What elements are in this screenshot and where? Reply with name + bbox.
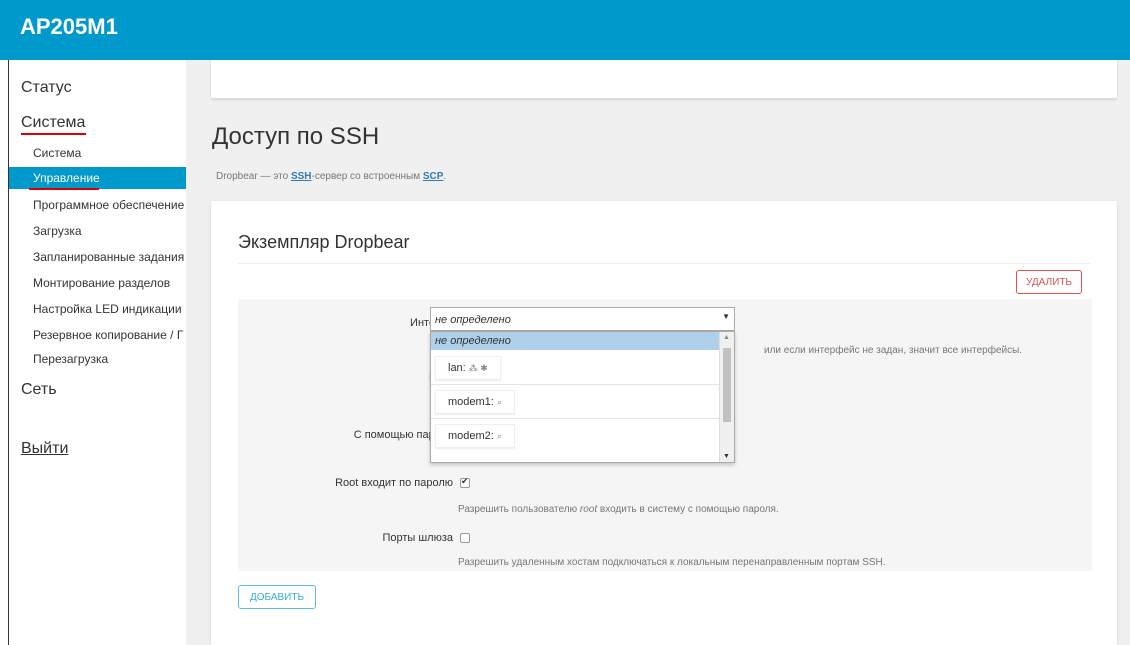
dropdown-option-modem2[interactable]: modem2: ⌕ [431,419,721,452]
section-title: Экземпляр Dropbear [238,232,410,252]
scp-link[interactable]: SCP [423,171,444,182]
dropdown-scrollbar[interactable]: ▲ ▼ [719,332,734,462]
sidebar-item-system[interactable]: Система [21,114,85,132]
page-description: Dropbear — это SSH-сервер со встроенным … [216,171,446,182]
root-login-label: Root входит по паролю [335,477,453,489]
app-title[interactable]: AP205M1 [20,14,118,40]
sidebar-subitem-reboot[interactable]: Перезагрузка [9,348,187,370]
section-divider [238,263,1090,264]
scroll-up-icon[interactable]: ▲ [723,334,730,341]
system-underline [21,133,86,135]
root-help-suffix: входить в систему с помощью пароля. [597,504,779,515]
management-underline [29,188,99,190]
header-bar: AP205M1 [0,0,1130,60]
option-modem1-label: modem1: [448,396,494,408]
option-lan-label: lan: [448,362,466,374]
sidebar: Статус Система Система Управление Програ… [8,60,187,645]
port-label: Порт [224,372,454,384]
logout-link[interactable]: Выйти [21,440,68,458]
sidebar-subitem-scheduled-tasks[interactable]: Запланированные задания [9,246,187,268]
scroll-down-icon[interactable]: ▼ [723,453,730,460]
option-modem2-label: modem2: [448,430,494,442]
gateway-ports-checkbox[interactable] [460,533,470,543]
sidebar-subitem-software[interactable]: Программное обеспечение [9,194,187,216]
modem-icon: ⌕ [496,431,502,441]
main-content: Доступ по SSH Dropbear — это SSH-сервер … [186,60,1130,645]
network-icon: ⁂ ✱ [468,363,488,373]
option-badge: modem1: ⌕ [435,390,515,414]
sidebar-item-status[interactable]: Статус [21,79,72,97]
sidebar-item-network[interactable]: Сеть [21,381,57,399]
root-help-prefix: Разрешить пользователю [458,504,580,515]
scrollbar-thumb[interactable] [723,348,731,422]
delete-button[interactable]: УДАЛИТЬ [1016,270,1082,294]
root-login-checkbox[interactable] [460,476,470,488]
modem-icon: ⌕ [496,397,502,407]
desc-middle: -сервер со встроенным [311,171,423,182]
root-help-italic: root [579,504,598,515]
add-button[interactable]: ДОБАВИТЬ [238,585,316,609]
interface-help: или если интерфейс не задан, значит все … [764,345,1023,356]
page-title: Доступ по SSH [212,123,380,150]
option-badge: modem2: ⌕ [435,424,515,448]
sidebar-subitem-backup[interactable]: Резервное копирование / Г [9,324,187,346]
sidebar-subitem-management[interactable]: Управление [9,167,187,189]
chevron-down-icon: ▼ [722,312,730,321]
root-login-help: Разрешить пользователю root входить в си… [458,504,779,515]
dropdown-option-lan[interactable]: lan: ⁂ ✱ [431,351,721,385]
top-card [211,60,1117,99]
sidebar-subitem-system[interactable]: Система [9,142,187,164]
ssh-link[interactable]: SSH [291,171,312,182]
password-label: С помощью пароля [353,429,453,441]
sidebar-subitem-mount-points[interactable]: Монтирование разделов [9,272,187,294]
sidebar-subitem-led-config[interactable]: Настройка LED индикации [9,298,187,320]
desc-suffix: . [443,171,447,182]
dropdown-option-undefined[interactable]: не определено [431,332,722,350]
option-badge: lan: ⁂ ✱ [435,356,501,380]
gateway-ports-help: Разрешить удаленным хостам подключаться … [458,557,886,568]
interface-select[interactable]: не определено ▼ [430,307,735,331]
sidebar-subitem-startup[interactable]: Загрузка [9,220,187,242]
gateway-ports-label: Порты шлюза [382,532,453,544]
dropdown-option-modem1[interactable]: modem1: ⌕ [431,385,721,419]
desc-prefix: Dropbear — это [216,171,291,182]
interface-select-value: не определено [435,314,511,326]
interface-dropdown[interactable]: не определено lan: ⁂ ✱ modem1: ⌕ modem2: ⌕ … [430,331,735,463]
